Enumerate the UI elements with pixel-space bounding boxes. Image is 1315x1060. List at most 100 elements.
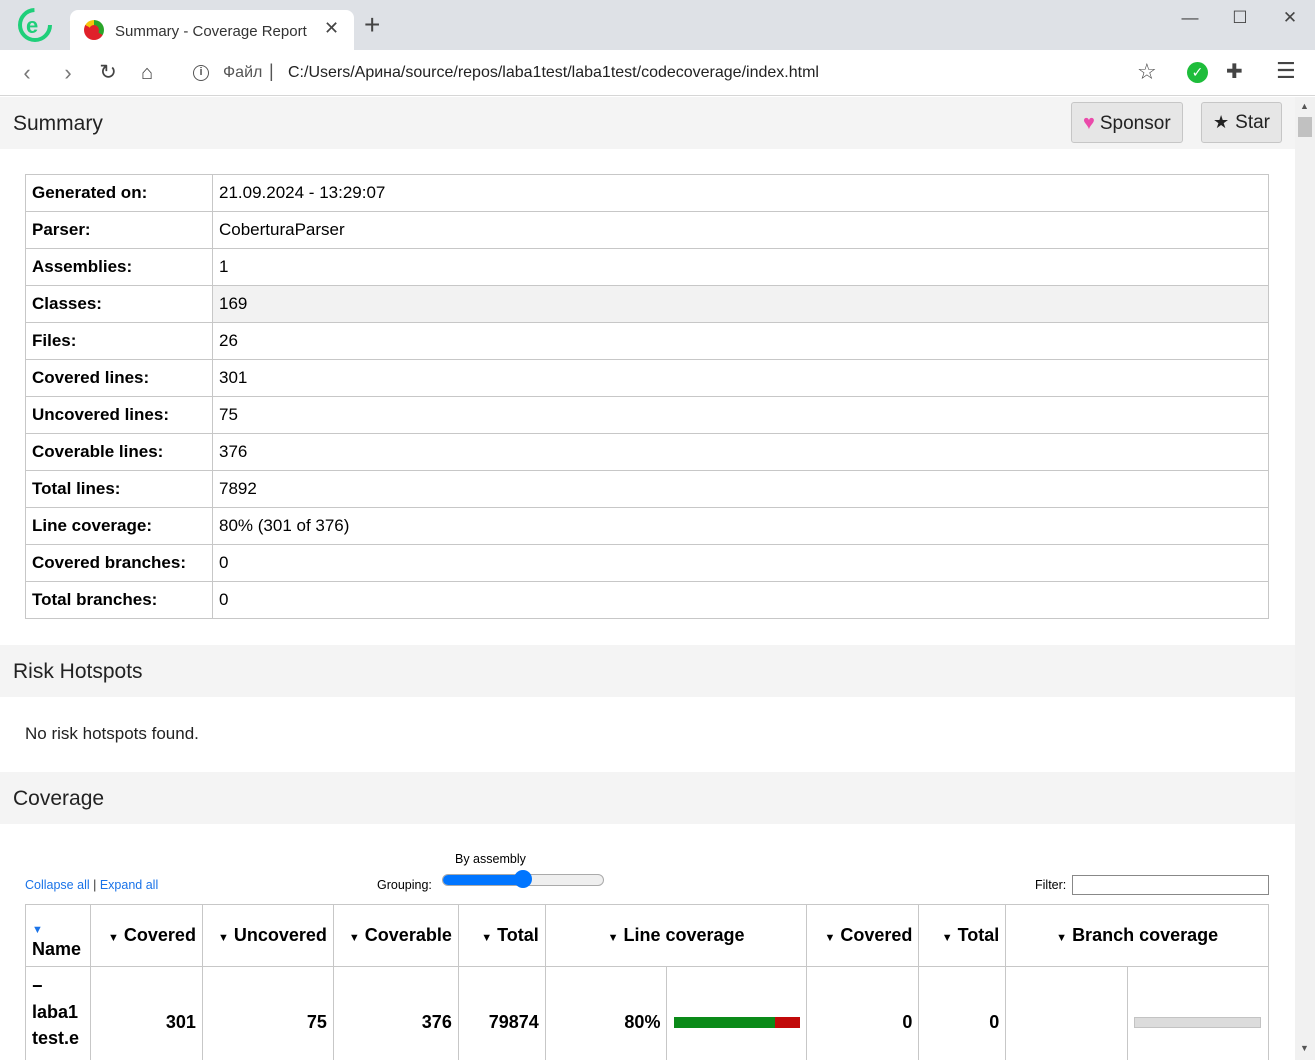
column-header-branch-coverage[interactable]: ▼ Branch coverage	[1005, 904, 1269, 967]
summary-value: 7892	[212, 470, 1269, 508]
collapse-all-link[interactable]: Collapse all	[25, 878, 90, 892]
summary-header: Summary ♥ Sponsor ★ Star	[0, 97, 1295, 149]
column-branch-total-label: Total	[957, 925, 1000, 945]
summary-value: 75	[212, 396, 1269, 434]
coverable-cell: 376	[332, 966, 459, 1060]
summary-value: 169	[212, 285, 1269, 323]
home-icon[interactable]: ⌂	[132, 58, 162, 88]
summary-row: Files: 26	[25, 322, 1269, 360]
summary-row: Parser: CoberturaParser	[25, 211, 1269, 249]
url-scheme-label: Файл	[223, 64, 263, 81]
expand-all-link[interactable]: Expand all	[100, 878, 158, 892]
table-row: − laba1test.exe 301 75 376 79874 80% 0 0	[25, 966, 1270, 1060]
link-separator: |	[93, 878, 97, 892]
column-header-line-coverage[interactable]: ▼ Line coverage	[544, 904, 808, 967]
summary-value: 376	[212, 433, 1269, 471]
page-scrollbar[interactable]: ▲ ▼	[1295, 97, 1315, 1060]
uncovered-cell: 75	[201, 966, 334, 1060]
branch-coverage-bar-cell	[1126, 966, 1270, 1060]
sponsor-button[interactable]: ♥ Sponsor	[1071, 102, 1183, 143]
browser-menu-icon[interactable]: ☰	[1276, 58, 1296, 84]
summary-row: Classes: 169	[25, 285, 1269, 323]
back-icon[interactable]: ‹	[12, 58, 42, 88]
column-coverable-label: Coverable	[364, 925, 452, 945]
browser-logo-icon: e	[18, 8, 52, 42]
sort-icon: ▼	[1056, 932, 1068, 944]
summary-key: Line coverage:	[25, 507, 213, 545]
sort-icon: ▼	[217, 932, 229, 944]
summary-value: 0	[212, 581, 1269, 619]
branch-total-cell: 0	[918, 966, 1007, 1060]
summary-value: 301	[212, 359, 1269, 397]
forward-icon[interactable]: ›	[53, 58, 83, 88]
summary-key: Uncovered lines:	[25, 396, 213, 434]
extension-check-icon[interactable]: ✓	[1187, 62, 1208, 83]
total-cell: 79874	[457, 966, 546, 1060]
svg-text:e: e	[26, 13, 38, 38]
grouping-value: By assembly	[455, 852, 526, 866]
close-tab-icon[interactable]: ✕	[324, 18, 339, 39]
summary-key: Coverable lines:	[25, 433, 213, 471]
column-header-branch-covered[interactable]: ▼ Covered	[806, 904, 920, 967]
line-coverage-bar	[673, 1017, 800, 1029]
column-name-label: Name	[32, 939, 82, 959]
grouping-slider[interactable]	[442, 870, 604, 888]
risk-hotspots-title: Risk Hotspots	[13, 660, 143, 683]
column-header-total[interactable]: ▼ Total	[457, 904, 546, 967]
star-label: Star	[1235, 112, 1270, 133]
branch-coverage-percent-cell	[1005, 966, 1128, 1060]
star-button[interactable]: ★ Star	[1201, 102, 1282, 143]
grouping-slider-handle[interactable]	[514, 870, 532, 888]
grouping-label: Grouping:	[377, 878, 432, 892]
summary-key: Covered lines:	[25, 359, 213, 397]
bookmark-star-icon[interactable]: ☆	[1137, 59, 1157, 85]
sort-icon: ▼	[941, 932, 953, 944]
assembly-name-cell[interactable]: − laba1test.exe	[25, 966, 91, 1060]
reload-icon[interactable]: ↻	[93, 58, 123, 88]
column-header-name[interactable]: ▼ Name	[25, 904, 91, 967]
column-header-branch-total[interactable]: ▼ Total	[918, 904, 1007, 967]
coverage-header: Coverage	[0, 772, 1295, 824]
url-separator: |	[269, 61, 274, 81]
page-title: Summary	[13, 112, 103, 135]
summary-row: Covered lines: 301	[25, 359, 1269, 397]
new-tab-icon[interactable]: +	[364, 11, 380, 39]
summary-key: Assemblies:	[25, 248, 213, 286]
summary-key: Files:	[25, 322, 213, 360]
scrollbar-thumb[interactable]	[1298, 117, 1312, 137]
summary-row: Total branches: 0	[25, 581, 1269, 619]
filter-label: Filter:	[1035, 878, 1067, 892]
minimize-icon[interactable]: —	[1175, 8, 1205, 28]
url-text[interactable]: C:/Users/Арина/source/repos/laba1test/la…	[288, 64, 819, 82]
summary-table: Generated on: 21.09.2024 - 13:29:07 Parser…	[25, 174, 1269, 619]
address-bar[interactable]: i Файл | C:/Users/Арина/source/repos/lab…	[175, 56, 1170, 90]
summary-row: Coverable lines: 376	[25, 433, 1269, 471]
no-risk-message: No risk hotspots found.	[25, 724, 199, 743]
tab-title: Summary - Coverage Report	[115, 23, 307, 40]
collapse-toggle-icon[interactable]: −	[32, 976, 43, 996]
summary-value: CoberturaParser	[212, 211, 1269, 249]
summary-value: 21.09.2024 - 13:29:07	[212, 174, 1269, 212]
extensions-puzzle-icon[interactable]: ✚	[1226, 59, 1243, 84]
column-header-uncovered[interactable]: ▼ Uncovered	[201, 904, 334, 967]
summary-value: 26	[212, 322, 1269, 360]
maximize-icon[interactable]: ☐	[1225, 8, 1255, 28]
filter-input[interactable]	[1072, 875, 1269, 895]
summary-key: Classes:	[25, 285, 213, 323]
browser-tab-bar: e Summary - Coverage Report ✕ + — ☐ ✕	[0, 0, 1315, 50]
column-header-covered[interactable]: ▼ Covered	[89, 904, 203, 967]
coverage-header-row: ▼ Name ▼ Covered ▼ Uncovered ▼ Coverable ▼ T…	[25, 904, 1269, 967]
coverage-favicon-icon	[84, 20, 104, 40]
scroll-up-icon[interactable]: ▲	[1300, 101, 1309, 111]
line-coverage-bar-cell	[666, 966, 808, 1060]
column-header-coverable[interactable]: ▼ Coverable	[332, 904, 459, 967]
scroll-down-icon[interactable]: ▼	[1300, 1043, 1309, 1053]
star-icon: ★	[1213, 112, 1230, 132]
close-window-icon[interactable]: ✕	[1275, 8, 1305, 28]
site-info-icon[interactable]: i	[193, 65, 209, 81]
browser-tab[interactable]: Summary - Coverage Report ✕	[70, 10, 354, 50]
line-coverage-percent-cell: 80%	[544, 966, 668, 1060]
summary-row: Generated on: 21.09.2024 - 13:29:07	[25, 174, 1269, 212]
summary-value: 1	[212, 248, 1269, 286]
summary-key: Parser:	[25, 211, 213, 249]
